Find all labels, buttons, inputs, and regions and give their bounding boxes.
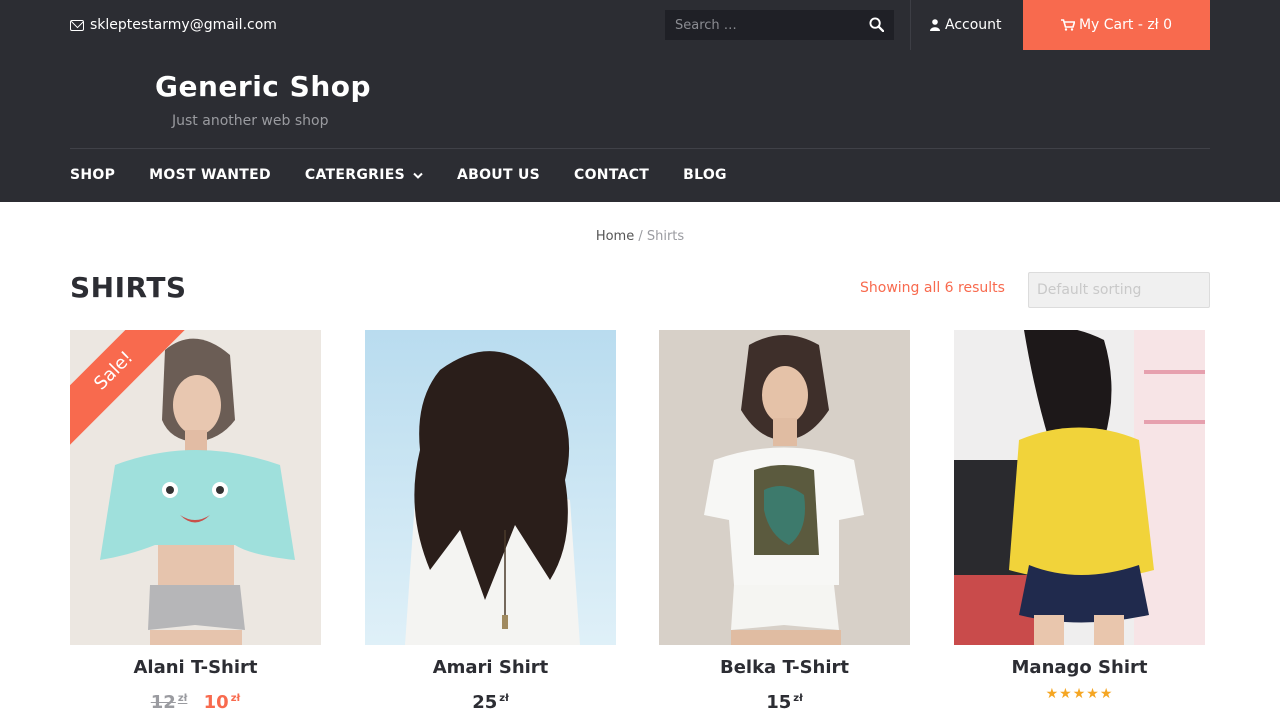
top-bar: skleptestarmy@gmail.com Account My Cart … — [0, 0, 1280, 50]
search-input[interactable] — [665, 17, 855, 33]
account-link[interactable]: Account — [930, 0, 1002, 50]
nav-item-about-us[interactable]: ABOUT US — [457, 167, 540, 183]
nav-item-shop[interactable]: SHOP — [70, 167, 115, 183]
product-image[interactable] — [659, 330, 910, 645]
product-image[interactable] — [954, 330, 1205, 645]
product-card[interactable]: Sale! Alani T-Shirt 12 zł 10 zł — [70, 330, 321, 713]
cart-icon — [1060, 19, 1075, 31]
product-name[interactable]: Alani T-Shirt — [70, 657, 321, 678]
nav-item-blog[interactable]: BLOG — [683, 167, 727, 183]
chevron-down-icon — [413, 172, 423, 179]
result-count: Showing all 6 results — [860, 280, 1005, 296]
breadcrumb-separator: / — [634, 229, 647, 244]
user-icon — [930, 19, 940, 31]
product-price: 25 zł — [365, 692, 616, 713]
site-tagline: Just another web shop — [172, 113, 329, 129]
nav-item-categories[interactable]: CATERGRIES — [305, 167, 423, 183]
price-currency: zł — [793, 693, 803, 704]
product-image[interactable] — [365, 330, 616, 645]
star-rating: ★★★★★ — [1045, 686, 1114, 702]
product-price: 12 zł 10 zł — [70, 692, 321, 713]
nav-item-contact[interactable]: CONTACT — [574, 167, 649, 183]
email-link[interactable]: skleptestarmy@gmail.com — [70, 0, 277, 50]
search-box — [665, 10, 894, 40]
price-value: 15 — [766, 692, 792, 713]
page-title: SHIRTS — [70, 271, 187, 304]
product-photo-amari — [365, 330, 616, 645]
site-header: Generic Shop Just another web shop SHOP … — [0, 50, 1280, 202]
old-price: 12 — [150, 692, 176, 713]
sale-price: 10 — [203, 692, 229, 713]
nav-item-categories-label: CATERGRIES — [304, 167, 405, 183]
envelope-icon — [70, 19, 84, 31]
cart-button[interactable]: My Cart - zł 0 — [1023, 0, 1210, 50]
breadcrumb: Home / Shirts — [0, 229, 1280, 244]
product-card[interactable]: Amari Shirt 25 zł — [365, 330, 616, 713]
product-name[interactable]: Manago Shirt — [954, 657, 1205, 678]
account-label: Account — [945, 17, 1002, 33]
product-photo-manago — [954, 330, 1205, 645]
search-icon[interactable] — [869, 17, 884, 32]
product-image[interactable]: Sale! — [70, 330, 321, 645]
old-price-currency: zł — [177, 693, 188, 704]
product-price: 15 zł — [659, 692, 910, 713]
site-title[interactable]: Generic Shop — [155, 70, 371, 103]
product-card[interactable]: Manago Shirt ★★★★★ — [954, 330, 1205, 702]
email-text: skleptestarmy@gmail.com — [90, 17, 277, 33]
breadcrumb-current: Shirts — [646, 229, 685, 244]
nav-item-most-wanted[interactable]: MOST WANTED — [149, 167, 271, 183]
breadcrumb-home[interactable]: Home — [596, 229, 634, 244]
sorting-select[interactable]: Default sorting — [1028, 272, 1210, 308]
product-photo-belka — [659, 330, 910, 645]
product-name[interactable]: Amari Shirt — [365, 657, 616, 678]
product-name[interactable]: Belka T-Shirt — [659, 657, 910, 678]
price-currency: zł — [499, 693, 509, 704]
product-card[interactable]: Belka T-Shirt 15 zł — [659, 330, 910, 713]
topbar-divider — [910, 0, 911, 50]
sale-price-currency: zł — [230, 693, 241, 704]
main-nav: SHOP MOST WANTED CATERGRIES ABOUT US CON… — [70, 149, 761, 201]
price-value: 25 — [472, 692, 498, 713]
cart-label: My Cart - zł 0 — [1078, 17, 1173, 33]
